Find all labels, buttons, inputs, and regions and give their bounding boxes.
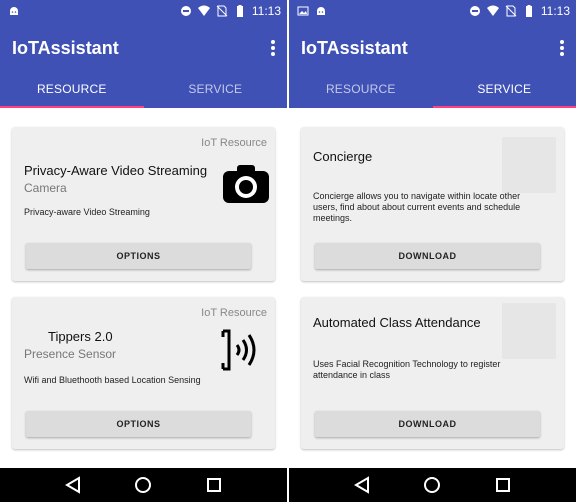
- wifi-icon: [197, 5, 210, 17]
- battery-icon: [523, 5, 535, 17]
- card-category: IoT Resource: [201, 137, 267, 149]
- resource-card[interactable]: IoT Resource Privacy-Aware Video Streami…: [12, 127, 275, 281]
- home-icon[interactable]: [423, 476, 441, 494]
- card-title: Automated Class Attendance: [313, 315, 481, 330]
- options-button[interactable]: OPTIONS: [26, 411, 251, 437]
- service-list: Concierge Concierge allows you to naviga…: [289, 108, 576, 468]
- tab-resource[interactable]: RESOURCE: [289, 72, 433, 108]
- card-category: IoT Resource: [201, 307, 267, 319]
- no-sim-icon: [216, 5, 228, 17]
- service-card[interactable]: Automated Class Attendance Uses Facial R…: [301, 297, 564, 449]
- card-description: Wifi and Bluethooth based Location Sensi…: [24, 375, 201, 385]
- service-thumbnail: [502, 137, 556, 193]
- status-time: 11:13: [540, 4, 570, 18]
- no-sim-icon: [505, 5, 517, 17]
- card-subtitle: Camera: [24, 181, 67, 195]
- status-bar: 11:13: [289, 0, 576, 24]
- tab-resource[interactable]: RESOURCE: [0, 72, 144, 108]
- battery-icon: [234, 5, 246, 17]
- camera-icon: [223, 163, 269, 203]
- card-description: Privacy-aware Video Streaming: [24, 207, 150, 217]
- card-title: Privacy-Aware Video Streaming: [24, 163, 208, 178]
- do-not-disturb-icon: [469, 5, 481, 17]
- service-card[interactable]: Concierge Concierge allows you to naviga…: [301, 127, 564, 281]
- resource-list: IoT Resource Privacy-Aware Video Streami…: [0, 108, 287, 468]
- home-icon[interactable]: [134, 476, 152, 494]
- android-icon: [315, 5, 327, 17]
- wifi-icon: [486, 5, 499, 17]
- image-icon: [297, 5, 309, 17]
- overflow-menu-icon[interactable]: [267, 36, 279, 60]
- recents-icon[interactable]: [205, 476, 223, 494]
- navigation-bar: [289, 468, 576, 502]
- nfc-signal-icon: [221, 329, 267, 371]
- download-button[interactable]: DOWNLOAD: [315, 411, 540, 437]
- tab-bar: RESOURCE SERVICE: [289, 72, 576, 108]
- app-title: IoTAssistant: [12, 38, 119, 58]
- service-thumbnail: [502, 303, 556, 359]
- card-title: Concierge: [313, 149, 373, 164]
- app-title: IoTAssistant: [301, 38, 408, 58]
- status-time: 11:13: [251, 4, 281, 18]
- overflow-menu-icon[interactable]: [556, 36, 568, 60]
- download-button[interactable]: DOWNLOAD: [315, 243, 540, 269]
- tab-bar: RESOURCE SERVICE: [0, 72, 287, 108]
- recents-icon[interactable]: [494, 476, 512, 494]
- android-icon: [8, 5, 20, 17]
- left-phone-screen: 11:13 IoTAssistant RESOURCE SERVICE IoT …: [0, 0, 287, 502]
- tab-service[interactable]: SERVICE: [144, 72, 288, 108]
- options-button[interactable]: OPTIONS: [26, 243, 251, 269]
- back-icon[interactable]: [353, 476, 371, 494]
- right-phone-screen: 11:13 IoTAssistant RESOURCE SERVICE Conc…: [289, 0, 576, 502]
- app-bar: IoTAssistant: [289, 24, 576, 72]
- app-bar: IoTAssistant: [0, 24, 287, 72]
- card-description: Uses Facial Recognition Technology to re…: [313, 359, 501, 380]
- card-subtitle: Presence Sensor: [24, 347, 117, 361]
- card-title: Tippers 2.0: [48, 329, 113, 344]
- status-bar: 11:13: [0, 0, 287, 24]
- resource-card[interactable]: IoT Resource Tippers 2.0 Presence Sensor…: [12, 297, 275, 449]
- card-description: Concierge allows you to navigate within …: [313, 191, 521, 223]
- navigation-bar: [0, 468, 287, 502]
- tab-service[interactable]: SERVICE: [433, 72, 576, 108]
- back-icon[interactable]: [64, 476, 82, 494]
- do-not-disturb-icon: [180, 5, 192, 17]
